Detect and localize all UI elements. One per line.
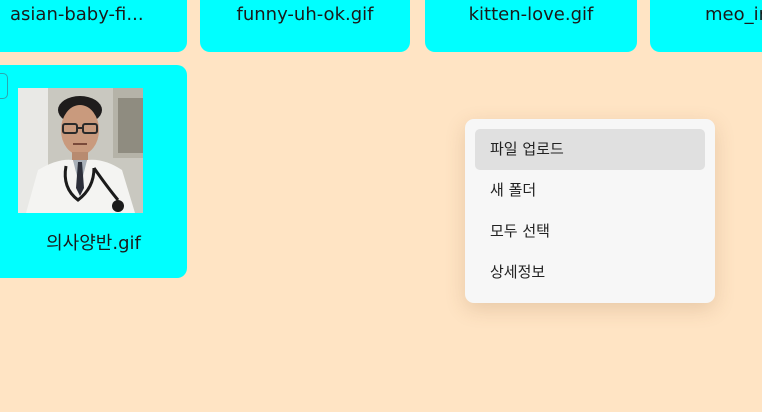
file-tile[interactable]: meo_in bbox=[650, 0, 762, 52]
file-name: 의사양반.gif bbox=[46, 233, 141, 254]
file-name: asian-baby-fi... bbox=[10, 4, 144, 25]
file-tile[interactable]: kitten-love.gif bbox=[425, 0, 637, 52]
menu-item-select-all[interactable]: 모두 선택 bbox=[475, 211, 705, 252]
file-tile[interactable]: funny-uh-ok.gif bbox=[200, 0, 410, 52]
menu-item-upload-file[interactable]: 파일 업로드 bbox=[475, 129, 705, 170]
file-thumbnail bbox=[18, 88, 143, 213]
file-name: kitten-love.gif bbox=[468, 4, 594, 25]
context-menu: 파일 업로드 새 폴더 모두 선택 상세정보 bbox=[465, 119, 715, 303]
file-name: funny-uh-ok.gif bbox=[236, 4, 374, 25]
file-tile[interactable]: 의사양반.gif bbox=[0, 65, 187, 278]
menu-item-details[interactable]: 상세정보 bbox=[475, 252, 705, 293]
file-name: meo_in bbox=[705, 4, 762, 25]
select-checkbox[interactable] bbox=[0, 73, 8, 99]
menu-item-new-folder[interactable]: 새 폴더 bbox=[475, 170, 705, 211]
doctor-photo-icon bbox=[18, 88, 143, 213]
file-tile[interactable]: asian-baby-fi... bbox=[0, 0, 187, 52]
